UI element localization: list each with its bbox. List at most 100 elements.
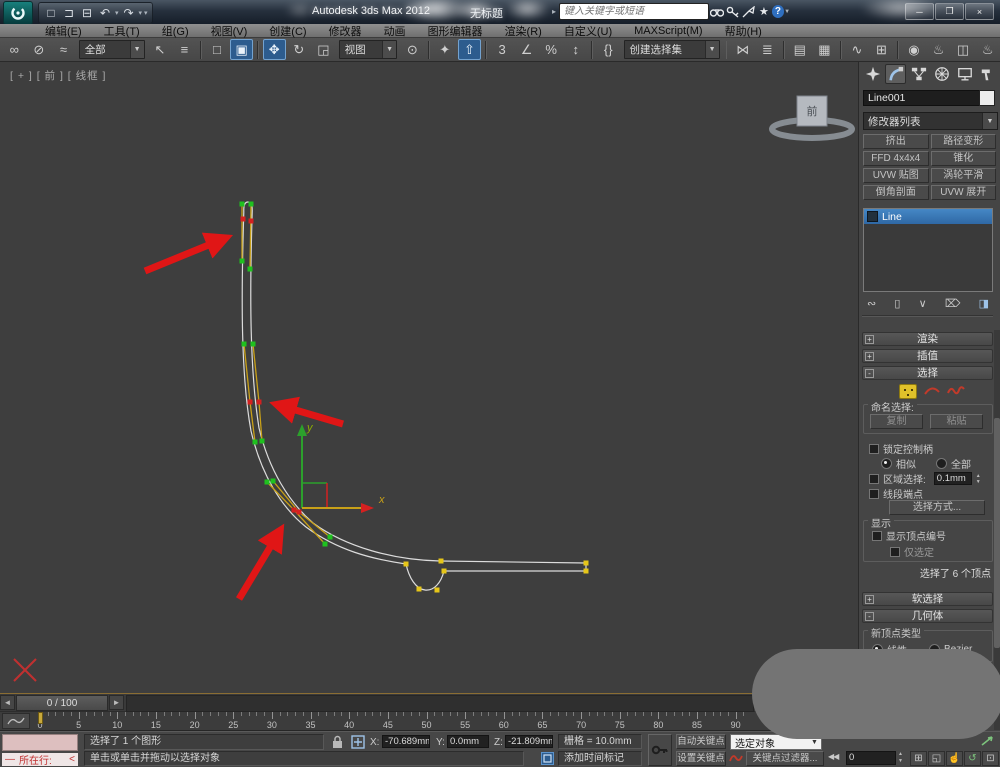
modifier-button-涡轮平滑[interactable]: 涡轮平滑	[930, 168, 996, 183]
modifier-button-倒角剖面[interactable]: 倒角剖面	[863, 185, 929, 200]
select-and-manipulate-icon[interactable]: ✦	[434, 39, 457, 60]
rectangular-selection-region-icon[interactable]: □	[206, 39, 229, 60]
close-button[interactable]: ×	[965, 3, 994, 20]
dropdown-arrow-icon[interactable]: ▼	[382, 41, 397, 58]
panel-scrollbar-thumb[interactable]	[994, 418, 1000, 648]
modifier-stack[interactable]: Line	[863, 208, 993, 292]
paste-button[interactable]: 粘贴	[930, 414, 983, 429]
set-keys-button[interactable]	[648, 734, 672, 766]
segment-sub-object-icon[interactable]	[924, 384, 940, 399]
current-frame-field[interactable]: 0	[846, 751, 896, 765]
keyboard-shortcut-override-icon[interactable]: ⇧	[458, 39, 481, 60]
time-slider-frame-marker[interactable]	[38, 712, 43, 724]
dropdown-arrow-icon[interactable]: ▼	[808, 739, 821, 746]
window-crossing-toggle-icon[interactable]: ▣	[230, 39, 253, 60]
undo-icon[interactable]: ↶	[97, 6, 113, 20]
pan-view-icon[interactable]: ☝	[946, 751, 963, 766]
snaps-toggle-3d-icon[interactable]: 3	[491, 39, 514, 60]
rollout-rendering[interactable]: + 渲染	[862, 332, 993, 346]
graphite-modeling-tools-icon[interactable]: ▦	[813, 39, 836, 60]
minimize-button[interactable]: ─	[905, 3, 934, 20]
alike-radio[interactable]	[881, 458, 892, 469]
next-frame-button[interactable]: ►	[109, 695, 124, 710]
modifier-button-挤出[interactable]: 挤出	[863, 134, 929, 149]
tab-motion[interactable]	[931, 64, 952, 84]
menu-item-创建[interactable]: 创建(C)	[258, 23, 317, 39]
curve-editor-icon[interactable]: ∿	[846, 39, 869, 60]
dropdown-arrow-icon[interactable]: ▼	[129, 41, 144, 58]
selection-filter-dropdown[interactable]: 全部 ▼	[78, 40, 145, 59]
binoculars-search-icon[interactable]	[709, 4, 725, 20]
search-input[interactable]	[559, 3, 710, 20]
tab-utilities[interactable]	[977, 64, 998, 84]
percent-snap-toggle-icon[interactable]: %	[540, 39, 563, 60]
spinner-snap-toggle-icon[interactable]: ↕	[564, 39, 587, 60]
schematic-view-icon[interactable]: ⊞	[870, 39, 893, 60]
tab-hierarchy[interactable]	[908, 64, 929, 84]
save-file-icon[interactable]: ⊟	[79, 6, 95, 20]
tab-create[interactable]	[862, 64, 883, 84]
menu-item-视图[interactable]: 视图(V)	[200, 23, 259, 39]
zoom-extents-all-icon[interactable]: ⊞	[910, 751, 927, 766]
remove-modifier-icon[interactable]: ⌦	[945, 297, 961, 310]
stack-item-line[interactable]: Line	[864, 209, 992, 224]
rollout-selection[interactable]: - 选择	[862, 366, 993, 380]
edit-named-selection-sets-icon[interactable]: {}	[597, 39, 620, 60]
track-bar-ruler[interactable]: 0 5 10 15 20 25 30 35 40 45 50 55 60 65 70 75 80 85 90	[0, 712, 752, 731]
layer-manager-icon[interactable]: ▤	[789, 39, 812, 60]
modifier-button-FFD 4x4x4[interactable]: FFD 4x4x4	[863, 151, 929, 166]
use-pivot-point-center-icon[interactable]: ⊙	[401, 39, 424, 60]
set-key-button[interactable]: 设置关键点	[676, 751, 726, 766]
auto-key-button[interactable]: 自动关键点	[676, 734, 726, 749]
angle-snap-toggle-icon[interactable]: ∠	[515, 39, 538, 60]
modifier-button-UVW 贴图[interactable]: UVW 贴图	[863, 168, 929, 183]
menu-item-工具[interactable]: 工具(T)	[93, 23, 151, 39]
all-radio[interactable]	[936, 458, 947, 469]
show-end-result-icon[interactable]: ▯	[894, 297, 900, 310]
align-icon[interactable]: ≣	[756, 39, 779, 60]
help-icon[interactable]: ?	[771, 5, 785, 18]
tab-display[interactable]	[954, 64, 975, 84]
selection-lock-toggle[interactable]	[331, 735, 344, 752]
object-name-field[interactable]: Line001	[863, 90, 983, 106]
modifier-button-锥化[interactable]: 锥化	[930, 151, 996, 166]
select-and-rotate-icon[interactable]: ↻	[288, 39, 311, 60]
render-production-icon[interactable]: ♨	[976, 39, 999, 60]
menu-item-图形编辑器[interactable]: 图形编辑器	[417, 23, 494, 39]
x-coordinate-field[interactable]: -70.689mm	[382, 735, 430, 748]
toolbar-options-caret-icon[interactable]: ▾	[144, 9, 148, 17]
configure-modifier-sets-icon[interactable]: ◨	[979, 297, 989, 310]
dropdown-arrow-icon[interactable]: ▼	[982, 113, 997, 129]
open-file-icon[interactable]: ⊐	[61, 6, 77, 20]
z-coordinate-field[interactable]: -21.809mm	[505, 735, 553, 748]
caret-down-icon[interactable]: ▾	[115, 9, 119, 17]
go-to-start-button[interactable]: ◀◀	[828, 752, 839, 761]
area-selection-spinner[interactable]: 0.1mm	[933, 472, 972, 485]
menu-item-编辑[interactable]: 编辑(E)	[34, 23, 93, 39]
caret-down-icon[interactable]: ▾	[139, 9, 143, 17]
named-selection-sets-dropdown[interactable]: 创建选择集 ▼	[623, 40, 720, 59]
rollout-soft-selection[interactable]: + 软选择	[862, 592, 993, 606]
segment-end-checkbox[interactable]	[869, 488, 879, 499]
listener-pane[interactable]: — 所在行: <	[2, 753, 78, 767]
maximize-viewport-toggle-icon[interactable]: ⊡	[982, 751, 999, 766]
macro-recorder-pane[interactable]	[2, 734, 78, 751]
selected-only-checkbox[interactable]	[890, 546, 900, 557]
material-editor-icon[interactable]: ◉	[903, 39, 926, 60]
show-vertex-numbers-checkbox[interactable]	[872, 530, 882, 541]
select-object-icon[interactable]: ↖	[149, 39, 172, 60]
area-selection-checkbox[interactable]	[869, 473, 879, 484]
pin-stack-icon[interactable]: ∾	[867, 297, 876, 310]
time-slider-track[interactable]	[126, 695, 754, 712]
max-application-button[interactable]	[3, 1, 33, 24]
absolute-mode-transform-toggle[interactable]	[351, 735, 365, 752]
time-slider-handle[interactable]: 0 / 100	[16, 695, 108, 711]
key-filters-button[interactable]: 关键点过滤器...	[746, 751, 824, 766]
communication-center-icon[interactable]	[740, 4, 756, 20]
menu-item-cript[interactable]: MAXScript(M)	[623, 25, 713, 37]
menu-item-渲染[interactable]: 渲染(R)	[494, 23, 553, 39]
flyout-arrow-icon[interactable]: ▸	[552, 7, 556, 16]
modifier-button-UVW 展开[interactable]: UVW 展开	[930, 185, 996, 200]
rollout-interpolation[interactable]: + 插值	[862, 349, 993, 363]
render-setup-icon[interactable]: ♨	[927, 39, 950, 60]
